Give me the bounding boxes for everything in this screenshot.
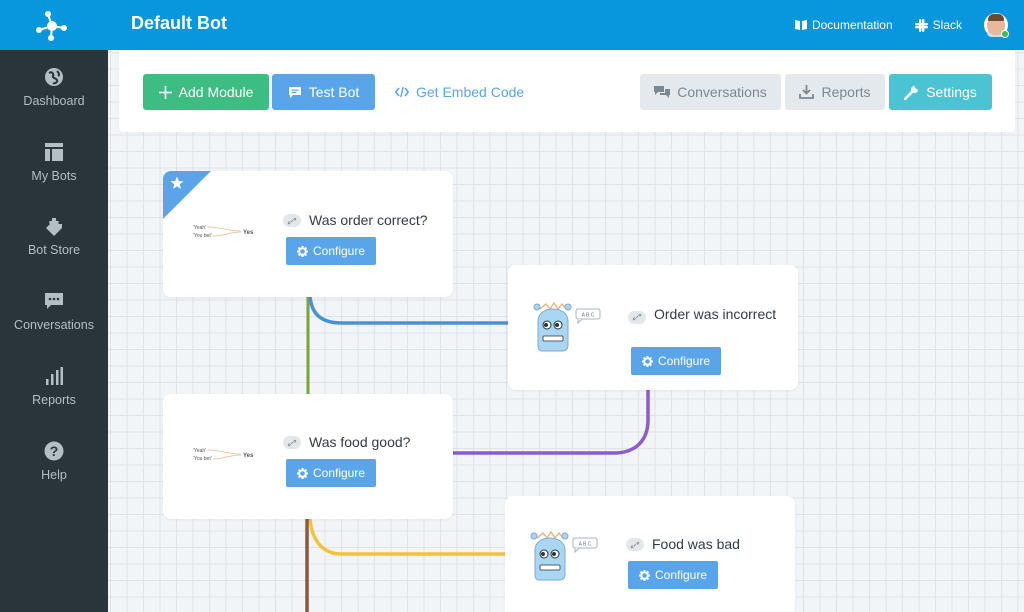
gear-icon [638, 569, 650, 581]
slack-link[interactable]: Slack [914, 18, 962, 32]
get-embed-code-label: Get Embed Code [416, 84, 525, 100]
svg-text:'Yeah': 'Yeah' [193, 225, 206, 231]
top-bar: Default Bot Documentation Slack [0, 0, 1024, 50]
module-title: Order was incorrect [654, 306, 777, 322]
configure-label: Configure [654, 568, 708, 582]
sidebar-item-dashboard[interactable]: Dashboard [0, 66, 108, 126]
sidebar-label: Reports [32, 393, 76, 407]
configure-label: Configure [312, 466, 366, 480]
configure-label: Configure [312, 244, 366, 258]
layout-icon [45, 143, 63, 161]
configure-button[interactable]: Configure [631, 347, 721, 375]
svg-text:'You bet': 'You bet' [193, 456, 212, 462]
get-embed-code-link[interactable]: Get Embed Code [389, 74, 525, 110]
svg-text:'You bet': 'You bet' [193, 233, 212, 239]
sidebar-label: Help [41, 468, 67, 482]
module-title: Was food good? [309, 434, 411, 450]
link-icon[interactable] [283, 436, 301, 449]
link-icon[interactable] [626, 538, 644, 551]
sidebar-label: My Bots [31, 169, 77, 183]
star-icon [170, 176, 184, 189]
sidebar-label: Bot Store [27, 243, 81, 257]
conversations-label: Conversations [677, 84, 767, 100]
sidebar-item-my-bots[interactable]: My Bots [0, 141, 108, 201]
link-icon[interactable] [283, 214, 301, 227]
link-icon[interactable] [628, 310, 646, 324]
download-icon [799, 85, 815, 99]
robot-icon: A B C [530, 530, 598, 581]
settings-label: Settings [926, 84, 977, 100]
reports-button[interactable]: Reports [785, 74, 885, 110]
svg-text:Yes: Yes [243, 453, 254, 459]
sidebar-item-help[interactable]: ? Help [0, 440, 108, 500]
sidebar-label: Dashboard [23, 94, 85, 108]
synonym-graphic: 'Yeah' 'You bet' Yes [193, 225, 254, 239]
gear-icon [641, 355, 653, 367]
add-module-label: Add Module [178, 84, 254, 100]
module-card[interactable]: 'Yeah' 'You bet' Yes Was order correct? … [163, 171, 453, 297]
module-title: Food was bad [652, 536, 740, 552]
online-status-indicator [1001, 30, 1009, 38]
bar-chart-icon [46, 367, 63, 385]
wrench-icon [904, 84, 919, 100]
svg-text:?: ? [50, 443, 59, 459]
user-avatar[interactable] [984, 13, 1009, 38]
slack-label: Slack [932, 18, 962, 32]
configure-button[interactable]: Configure [628, 561, 718, 589]
configure-label: Configure [657, 354, 711, 368]
module-card[interactable]: A B C Order was incorrect Configure [508, 265, 798, 390]
message-icon [288, 86, 301, 98]
svg-text:A B C: A B C [582, 313, 595, 319]
comments-icon [654, 86, 671, 98]
module-title: Was order correct? [309, 212, 428, 228]
module-card[interactable]: A B C Food was bad Configure [505, 496, 795, 612]
documentation-label: Documentation [811, 18, 893, 32]
configure-button[interactable]: Configure [286, 459, 376, 487]
configure-button[interactable]: Configure [286, 237, 376, 265]
sidebar-label: Conversations [14, 318, 94, 332]
help-icon: ? [44, 441, 64, 461]
sidebar-item-reports[interactable]: Reports [0, 365, 108, 425]
svg-text:Yes: Yes [243, 230, 254, 236]
test-bot-label: Test Bot [308, 84, 360, 100]
gear-icon [296, 245, 308, 257]
gear-icon [296, 467, 308, 479]
svg-text:'Yeah': 'Yeah' [193, 448, 206, 454]
sidebar-item-conversations[interactable]: Conversations [0, 290, 108, 350]
settings-button[interactable]: Settings [889, 74, 992, 110]
logo-icon[interactable] [35, 9, 69, 41]
synonym-graphic: 'Yeah' 'You bet' Yes [193, 448, 254, 462]
toolbar: Add Module Test Bot Get Embed Code Conve… [119, 50, 1015, 132]
plus-icon [158, 85, 172, 99]
svg-text:A B C: A B C [579, 542, 592, 548]
puzzle-icon [46, 218, 62, 236]
bot-title: Default Bot [131, 13, 227, 33]
book-icon [794, 20, 807, 30]
sidebar-item-bot-store[interactable]: Bot Store [0, 215, 108, 275]
reports-label: Reports [821, 84, 871, 100]
documentation-link[interactable]: Documentation [794, 18, 893, 32]
slack-icon [914, 18, 928, 32]
conversations-button[interactable]: Conversations [640, 74, 781, 110]
sidebar: Dashboard My Bots Bot Store Conversation… [0, 50, 108, 612]
chat-icon [45, 293, 63, 309]
code-icon [395, 86, 409, 98]
add-module-button[interactable]: Add Module [143, 74, 269, 110]
robot-icon: A B C [533, 301, 601, 352]
test-bot-button[interactable]: Test Bot [272, 74, 375, 110]
module-card[interactable]: 'Yeah' 'You bet' Yes Was food good? Conf… [163, 394, 453, 519]
globe-icon [45, 68, 63, 86]
